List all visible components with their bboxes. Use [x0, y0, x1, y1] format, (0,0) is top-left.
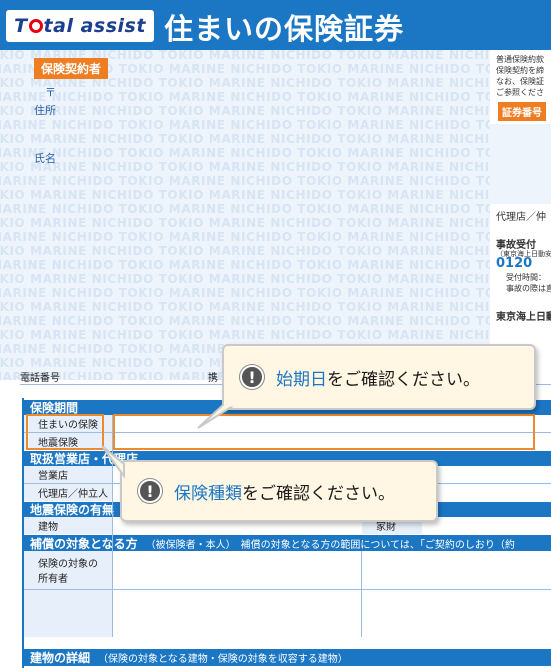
watermark-line: TOKIO MARINE NICHIDO TOKIO MARINE NICHID… [0, 104, 490, 118]
watermark-line: TOKIO MARINE NICHIDO TOKIO MARINE NICHID… [0, 160, 490, 174]
callout-start-date: ! 始期日をご確認ください。 [222, 344, 536, 410]
col-divider [361, 551, 362, 637]
callout-start-date-highlight: 始期日 [276, 369, 327, 390]
watermark-line: TOKIO MARINE NICHIDO TOKIO MARINE NICHID… [0, 230, 490, 244]
callout-start-date-rest: をご確認ください。 [327, 369, 480, 390]
name-label: 氏名 [34, 152, 56, 165]
watermark-line: TOKIO MARINE NICHIDO TOKIO MARINE NICHID… [0, 258, 490, 272]
watermark-line: TOKIO MARINE NICHIDO TOKIO MARINE NICHID… [0, 174, 490, 188]
total-assist-logo: Ttal assist [6, 10, 154, 42]
section-building-header: 建物の詳細 （保険の対象となる建物・保険の対象を収容する建物） [24, 649, 551, 666]
callout-insurance-type-text: 保険種類をご確認ください。 [174, 479, 395, 504]
reception-hours: 受付時間： [506, 273, 546, 282]
accident-note-2: 事故の際は直 [506, 284, 551, 293]
callout-start-date-pointer [197, 404, 236, 429]
watermark-line: TOKIO MARINE NICHIDO TOKIO MARINE NICHID… [0, 314, 490, 328]
watermark-line: TOKIO MARINE NICHIDO TOKIO MARINE NICHID… [0, 286, 490, 300]
watermark-line: TOKIO MARINE NICHIDO TOKIO MARINE NICHID… [0, 202, 490, 216]
watermark-line: TOKIO MARINE NICHIDO TOKIO MARINE NICHID… [0, 216, 490, 230]
coverage-owner-label: 保険の対象の 所有者 [24, 551, 112, 637]
watermark-line: TOKIO MARINE NICHIDO TOKIO MARINE NICHID… [0, 90, 490, 104]
earthquake-building-label: 建物 [24, 517, 112, 534]
period-values-highlight [113, 414, 535, 450]
callout-insurance-type-highlight: 保険種類 [174, 483, 242, 504]
watermark-line: TOKIO MARINE NICHIDO TOKIO MARINE NICHID… [0, 146, 490, 160]
free-dial-number: 0120 [496, 256, 533, 271]
phone-label: 電話番号 [20, 373, 60, 384]
mobile-label: 携 [208, 373, 218, 384]
section-coverage-subtitle: （被保険者・本人） 補償の対象となる方の範囲については、「ご契約のしおり（約 [145, 539, 515, 551]
agency-row-branch: 営業店 [24, 466, 112, 483]
callout-insurance-type: ! 保険種類をご確認ください。 [120, 460, 438, 522]
postal-mark: 〒 [45, 86, 56, 99]
logo-text: Ttal assist [14, 15, 146, 37]
terms-text-2: 保険契約を締 [496, 66, 544, 75]
page-title: 住まいの保険証券 [164, 12, 405, 46]
section-coverage-header: 補償の対象となる方 （被保険者・本人） 補償の対象となる方の範囲については、「ご… [24, 535, 551, 551]
callout-start-date-text: 始期日をご確認ください。 [276, 365, 480, 390]
watermark-line: TOKIO MARINE NICHIDO TOKIO MARINE NICHID… [0, 244, 490, 258]
terms-text-4: ご参照くださ [496, 88, 544, 97]
right-info-column: 普通保険約款 保険契約を締 なお、保険証 ご参照くださ 証券番号 代理店／仲 事… [490, 50, 551, 380]
agency-row-agent: 代理店／仲立人 [24, 484, 112, 501]
company-name: 東京海上日動 [496, 312, 551, 323]
row-divider [24, 589, 551, 590]
coverage-owner-line2: 所有者 [38, 574, 68, 585]
section-building-title: 建物の詳細 [30, 651, 91, 665]
watermark-line: TOKIO MARINE NICHIDO TOKIO MARINE NICHID… [0, 272, 490, 286]
logo-o-mark [28, 19, 43, 33]
policy-number-label: 証券番号 [498, 102, 546, 121]
watermark-line: TOKIO MARINE NICHIDO TOKIO MARINE NICHID… [0, 132, 490, 146]
terms-text-1: 普通保険約款 [496, 55, 544, 64]
callout-insurance-type-rest: をご確認ください。 [242, 483, 395, 504]
callout-insurance-type-pointer [101, 445, 125, 478]
agent-label: 代理店／仲 [496, 212, 546, 223]
terms-text-3: なお、保険証 [496, 77, 544, 86]
watermark-line: TOKIO MARINE NICHIDO TOKIO MARINE NICHID… [0, 188, 490, 202]
watermark-line: TOKIO MARINE NICHIDO TOKIO MARINE NICHID… [0, 118, 490, 132]
watermark-line: TOKIO MARINE NICHIDO TOKIO MARINE NICHID… [0, 328, 490, 342]
document-pattern-area: TOKIO MARINE NICHIDO TOKIO MARINE NICHID… [0, 50, 490, 380]
address-label: 住所 [34, 104, 56, 117]
right-pattern-band [490, 124, 551, 204]
app-header: Ttal assist 住まいの保険証券 [0, 0, 551, 50]
coverage-owner-line1: 保険の対象の [38, 559, 98, 570]
section-building-subtitle: （保険の対象となる建物・保険の対象を収容する建物） [98, 654, 348, 665]
period-labels-highlight [26, 414, 104, 450]
section-coverage-title: 補償の対象となる方 [30, 536, 138, 551]
exclamation-icon: ! [138, 479, 162, 503]
watermark-line: TOKIO MARINE NICHIDO TOKIO MARINE NICHID… [0, 300, 490, 314]
section-earthquake-title: 地震保険の有無 [30, 503, 115, 517]
policyholder-label: 保険契約者 [34, 58, 109, 79]
exclamation-icon: ! [240, 365, 264, 389]
